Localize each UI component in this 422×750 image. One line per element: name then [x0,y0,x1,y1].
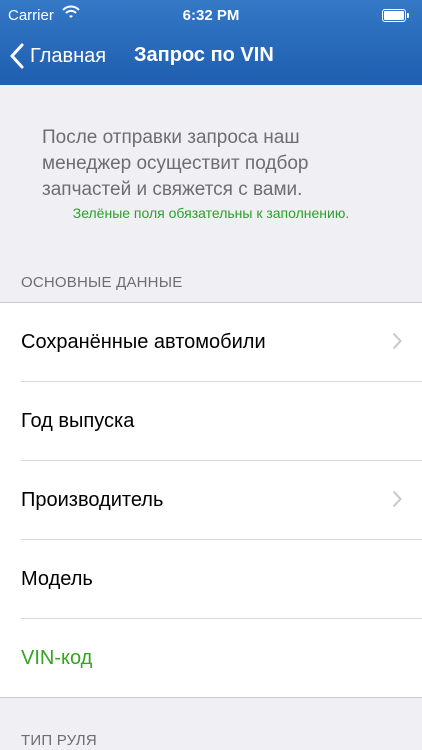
row-label: Сохранённые автомобили [21,331,266,353]
row-vin[interactable]: VIN-код [0,619,422,698]
chevron-left-icon [10,43,24,69]
row-year[interactable]: Год выпуска [0,382,422,461]
row-label: VIN-код [21,647,93,669]
section-header-steering: ТИП РУЛЯ [21,732,97,749]
section-header-main: ОСНОВНЫЕ ДАННЫЕ [21,274,183,291]
top-bar: Carrier 6:32 PM Главная Запрос по VIN [0,0,422,85]
chevron-right-icon [392,490,402,513]
row-label: Год выпуска [21,410,135,432]
row-model[interactable]: Модель [0,540,422,619]
info-block: После отправки запроса наш менеджер осущ… [0,85,422,235]
back-button[interactable]: Главная [10,40,106,72]
row-label: Производитель [21,489,164,511]
main-data-table: Сохранённые автомобили Год выпуска Произ… [0,302,422,698]
status-bar: Carrier 6:32 PM [0,0,422,30]
row-saved-cars[interactable]: Сохранённые автомобили [0,303,422,382]
back-label: Главная [30,44,107,67]
required-hint: Зелёные поля обязательны к заполнению. [72,205,350,221]
page-title: Запрос по VIN [134,44,274,66]
row-manufacturer[interactable]: Производитель [0,461,422,540]
battery-icon [382,9,409,22]
description-text: После отправки запроса наш менеджер осущ… [42,127,309,200]
navigation-bar: Главная Запрос по VIN [0,30,422,82]
clock: 6:32 PM [182,7,240,24]
chevron-right-icon [392,332,402,355]
row-label: Модель [21,568,93,590]
